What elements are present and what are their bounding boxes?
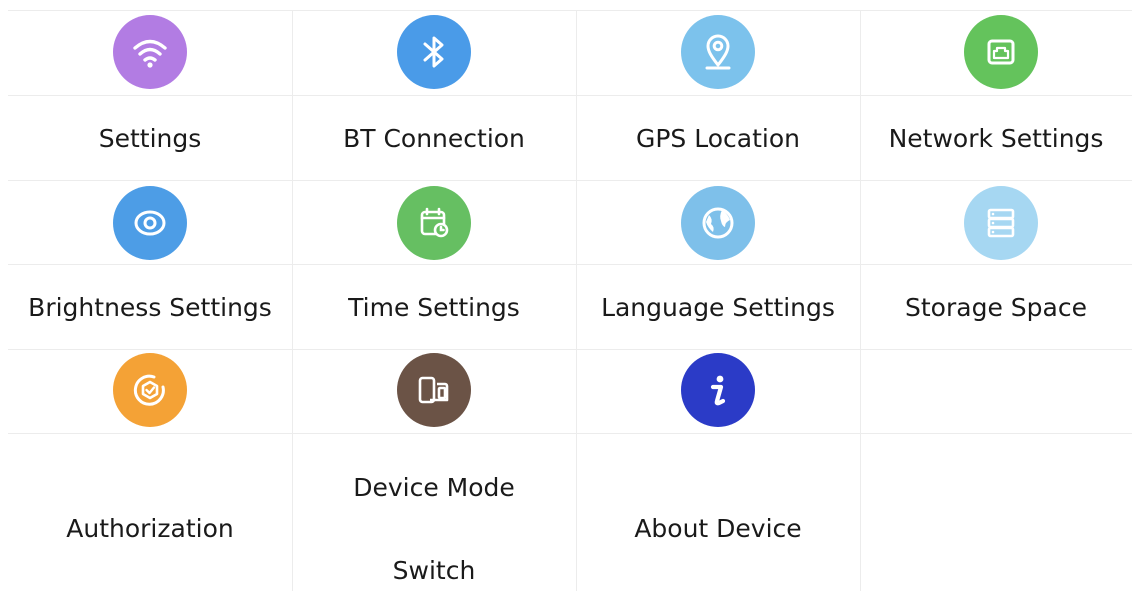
tile-label: About Device [634, 514, 802, 543]
location-pin-icon [681, 15, 755, 89]
globe-icon [681, 186, 755, 260]
tile-bt-connection[interactable]: BT Connection [292, 10, 576, 180]
tile-authorization[interactable]: Authorization [8, 349, 292, 591]
tile-label: Network Settings [888, 124, 1104, 153]
tile-label: Time Settings [348, 293, 520, 322]
device-switch-icon [397, 353, 471, 427]
tile-device-mode-switch[interactable]: Device Mode Switch [292, 349, 576, 591]
bluetooth-icon [397, 15, 471, 89]
info-icon [681, 353, 755, 427]
authorization-shield-icon [113, 353, 187, 427]
wifi-icon [113, 15, 187, 89]
tile-network-settings[interactable]: Network Settings [860, 10, 1132, 180]
tile-language-settings[interactable]: Language Settings [576, 180, 860, 349]
tile-gps-location[interactable]: GPS Location [576, 10, 860, 180]
tile-label: Authorization [66, 514, 234, 543]
tile-label: BT Connection [343, 124, 525, 153]
calendar-clock-icon [397, 186, 471, 260]
eye-icon [113, 186, 187, 260]
tile-label: Brightness Settings [28, 293, 272, 322]
tile-label: Language Settings [601, 293, 835, 322]
tile-label: Switch [392, 556, 476, 585]
tile-label: Settings [98, 124, 202, 153]
tile-label: Device Mode [353, 473, 515, 502]
settings-grid: Settings BT Connection GPS Location Netw… [8, 10, 1132, 591]
tile-settings[interactable]: Settings [8, 10, 292, 180]
ethernet-port-icon [964, 15, 1038, 89]
tile-brightness-settings[interactable]: Brightness Settings [8, 180, 292, 349]
server-stack-icon [964, 186, 1038, 260]
empty-tile [860, 349, 1132, 591]
tile-label: GPS Location [635, 124, 800, 153]
tile-label: Storage Space [905, 293, 1087, 322]
tile-about-device[interactable]: About Device [576, 349, 860, 591]
tile-storage-space[interactable]: Storage Space [860, 180, 1132, 349]
tile-time-settings[interactable]: Time Settings [292, 180, 576, 349]
